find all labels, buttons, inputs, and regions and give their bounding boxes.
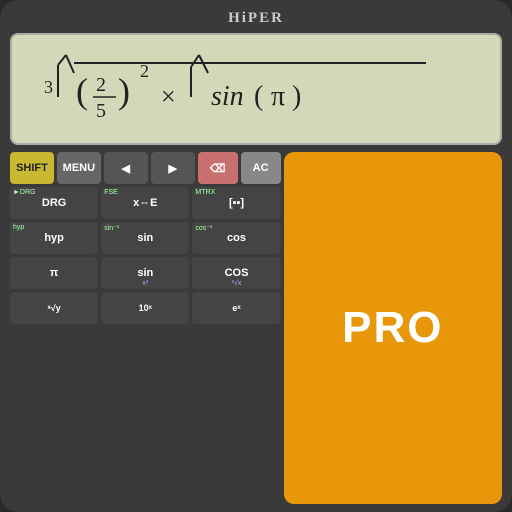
drg-row: ►DRG DRG FSE x⇔E MTRX [▪▪] (10, 187, 281, 219)
svg-text:(: ( (254, 81, 263, 112)
svg-text:2: 2 (140, 61, 149, 81)
exp-row: ˣ√y 10ˣ eˣ (10, 292, 281, 324)
drg-button[interactable]: ►DRG DRG (10, 187, 98, 219)
cos-inv-button[interactable]: cos⁻¹ cos (192, 222, 280, 254)
pi-row: π sin x³ COS ³√x (10, 257, 281, 289)
svg-text:): ) (118, 71, 130, 111)
svg-text:5: 5 (96, 100, 106, 122)
control-row: SHIFT MENU ◀ ▶ ⌫ AC (10, 152, 281, 184)
left-keypad: SHIFT MENU ◀ ▶ ⌫ AC (10, 152, 281, 504)
app-container: HiPER 3 ( 2 5 ) 2 × (0, 0, 512, 512)
shift-button[interactable]: SHIFT (10, 152, 54, 184)
ac-button[interactable]: AC (241, 152, 281, 184)
hyp-button[interactable]: hyp hyp (10, 222, 98, 254)
hyp-row: hyp hyp sin⁻¹ sin cos⁻¹ cos (10, 222, 281, 254)
pro-badge-container: PRO (284, 152, 502, 504)
svg-text:2: 2 (96, 74, 106, 96)
x-e-button[interactable]: FSE x⇔E (101, 187, 189, 219)
backspace-button[interactable]: ⌫ (198, 152, 238, 184)
bottom-row-wrapper: SHIFT MENU ◀ ▶ ⌫ AC (10, 152, 502, 504)
formula-svg: 3 ( 2 5 ) 2 × sin (26, 45, 486, 135)
svg-text:3: 3 (44, 77, 53, 97)
app-title: HiPER (228, 10, 284, 27)
matrix-button[interactable]: MTRX [▪▪] (192, 187, 280, 219)
sin-button[interactable]: sin x³ (101, 257, 189, 289)
xrooty-button[interactable]: ˣ√y (10, 292, 98, 324)
menu-button[interactable]: MENU (57, 152, 101, 184)
display-area: 3 ( 2 5 ) 2 × sin (10, 33, 502, 145)
cos-button[interactable]: COS ³√x (192, 257, 280, 289)
svg-text:×: × (161, 82, 176, 111)
pro-badge: PRO (284, 152, 502, 504)
ex-button[interactable]: eˣ (192, 292, 280, 324)
svg-text:π: π (271, 81, 285, 112)
left-arrow-button[interactable]: ◀ (104, 152, 148, 184)
pro-text: PRO (342, 303, 443, 353)
pi-button[interactable]: π (10, 257, 98, 289)
10x-button[interactable]: 10ˣ (101, 292, 189, 324)
svg-text:(: ( (76, 71, 88, 111)
svg-text:sin: sin (211, 81, 244, 112)
right-arrow-button[interactable]: ▶ (151, 152, 195, 184)
svg-text:): ) (292, 81, 301, 112)
sin-inv-button[interactable]: sin⁻¹ sin (101, 222, 189, 254)
